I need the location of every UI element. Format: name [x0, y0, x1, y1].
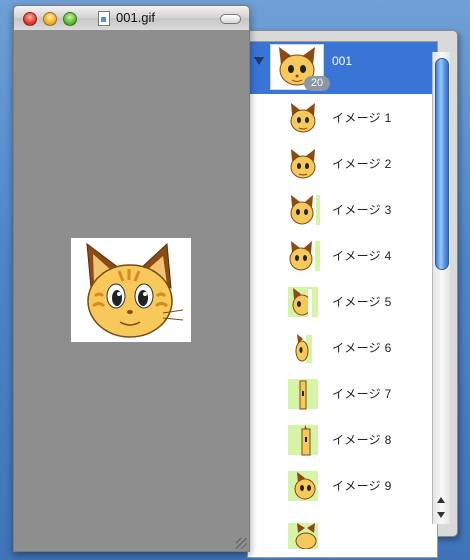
frame-label: イメージ 7 — [332, 387, 392, 401]
frame-thumbnail-icon — [290, 103, 316, 133]
parent-label: 001 — [332, 54, 353, 68]
frame-label: イメージ 2 — [332, 157, 392, 171]
frame-drawer: 20 001 イメージ 1 イメージ 2 イメージ 3 イメージ 4 イメージ … — [240, 30, 458, 558]
frame-thumbnail-icon — [288, 523, 318, 549]
list-item-frame-5[interactable]: イメージ 5 — [248, 278, 437, 324]
frame-thumbnail-icon — [290, 149, 316, 179]
disclosure-triangle-icon[interactable] — [254, 57, 264, 65]
zoom-button[interactable] — [63, 12, 77, 26]
scroll-down-arrow-icon[interactable] — [437, 512, 445, 518]
frame-thumbnail-icon — [288, 425, 318, 456]
list-item-frame-9[interactable]: イメージ 9 — [248, 462, 437, 508]
frame-label: イメージ 1 — [332, 111, 392, 125]
list-item-frame-6[interactable]: イメージ 6 — [248, 324, 437, 370]
list-item-parent[interactable]: 20 001 — [248, 42, 437, 94]
frame-label: イメージ 8 — [332, 433, 392, 447]
list-item-frame-2[interactable]: イメージ 2 — [248, 140, 437, 186]
list-item-frame-1[interactable]: イメージ 1 — [248, 94, 437, 140]
toolbar-toggle-button[interactable] — [220, 14, 241, 24]
cat-face-image — [86, 242, 184, 338]
preview-window: 001.gif — [13, 5, 250, 552]
list-item-frame-partial[interactable] — [248, 508, 437, 554]
list-item-frame-8[interactable]: イメージ 8 — [248, 416, 437, 462]
frame-label: イメージ 9 — [332, 479, 392, 493]
vertical-scrollbar[interactable] — [432, 52, 450, 524]
list-item-frame-3[interactable]: イメージ 3 — [248, 186, 437, 232]
scrollbar-thumb[interactable] — [435, 58, 449, 270]
frame-thumbnail-icon — [290, 195, 320, 225]
frame-label: イメージ 6 — [332, 341, 392, 355]
frame-label: イメージ 5 — [332, 295, 392, 309]
title-bar[interactable]: 001.gif — [14, 6, 249, 31]
frame-thumbnail-icon — [288, 287, 318, 317]
resize-grip-icon[interactable] — [236, 538, 247, 549]
list-item-frame-4[interactable]: イメージ 4 — [248, 232, 437, 278]
frame-count-badge: 20 — [304, 76, 330, 91]
close-button[interactable] — [23, 12, 37, 26]
scroll-up-arrow-icon[interactable] — [437, 497, 445, 503]
frame-label: イメージ 3 — [332, 203, 392, 217]
frame-thumbnail-icon — [295, 334, 312, 363]
frame-list[interactable]: 20 001 イメージ 1 イメージ 2 イメージ 3 イメージ 4 イメージ … — [247, 41, 438, 558]
frame-thumbnail-icon — [288, 471, 318, 501]
frame-thumbnail-icon — [288, 379, 318, 410]
window-title: 001.gif — [116, 10, 156, 25]
frame-thumbnail-icon — [289, 241, 320, 271]
document-icon[interactable] — [98, 11, 110, 26]
minimize-button[interactable] — [43, 12, 57, 26]
frame-label: イメージ 4 — [332, 249, 392, 263]
image-canvas — [71, 238, 191, 342]
list-item-frame-7[interactable]: イメージ 7 — [248, 370, 437, 416]
